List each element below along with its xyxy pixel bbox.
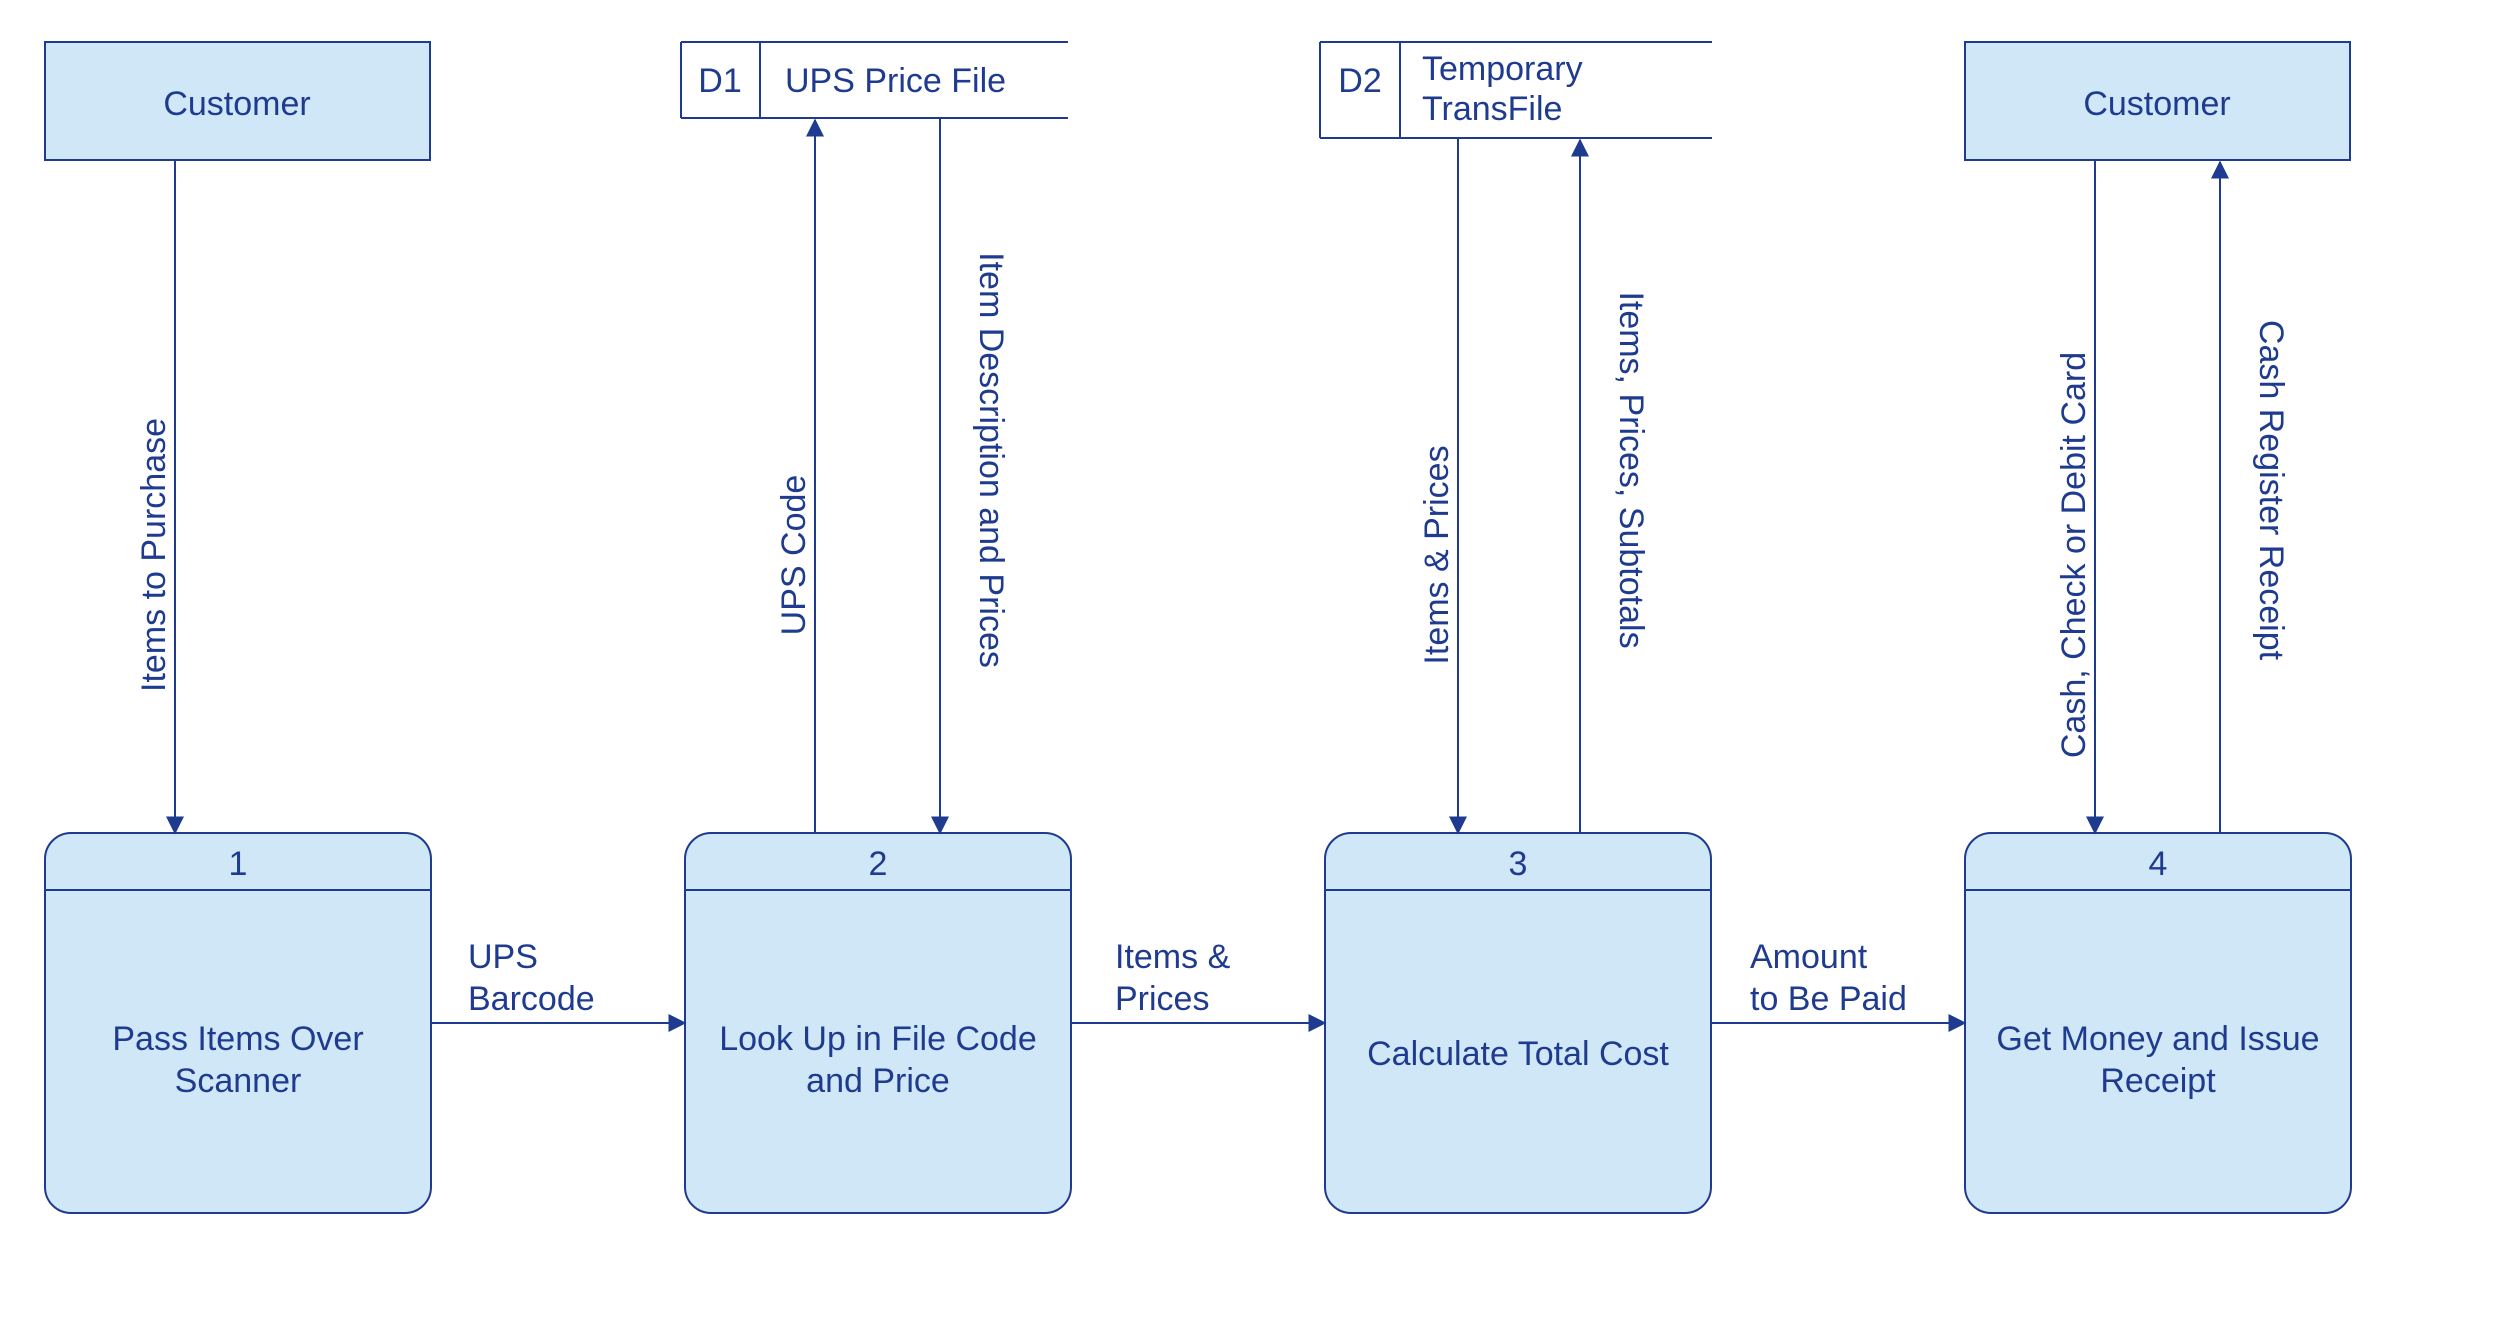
process-2-num: 2 — [869, 845, 888, 883]
flow-cash-register-receipt: Cash Register Receipt — [2220, 162, 2290, 833]
entity-customer-right: Customer — [1965, 42, 2350, 160]
flow-items-prices-subtotals-label: Items, Prices, Subtotals — [1612, 291, 1650, 648]
flow-items-prices-h-l1: Items & — [1115, 938, 1231, 976]
entity-customer-right-label: Customer — [2083, 85, 2230, 123]
process-3-line1: Calculate Total Cost — [1367, 1035, 1669, 1073]
flow-items-prices-v: Items & Prices — [1418, 138, 1458, 833]
datastore-d1: D1 UPS Price File — [681, 42, 1068, 118]
flow-ups-code-label: UPS Code — [775, 475, 813, 636]
datastore-d2-name1: Temporary — [1422, 50, 1583, 88]
flow-amount-to-be-paid: Amount to Be Paid — [1711, 938, 1965, 1023]
flow-items-to-purchase: Items to Purchase — [135, 160, 175, 833]
flow-amount-l2: to Be Paid — [1750, 980, 1907, 1018]
process-1-line1: Pass Items Over — [112, 1020, 363, 1058]
datastore-d2-name2: TransFile — [1422, 90, 1562, 128]
flow-ups-barcode: UPS Barcode — [431, 938, 685, 1023]
flow-cash-check-debit-label: Cash, Check or Debit Card — [2055, 352, 2093, 758]
flow-ups-barcode-l2: Barcode — [468, 980, 595, 1018]
process-2: 2 Look Up in File Code and Price — [685, 833, 1071, 1213]
entity-customer-left-label: Customer — [163, 85, 310, 123]
flow-item-desc-prices: Item Description and Prices — [940, 118, 1010, 833]
process-2-line2: and Price — [806, 1062, 950, 1100]
flow-ups-code: UPS Code — [775, 120, 815, 833]
process-4-num: 4 — [2149, 845, 2168, 883]
process-2-line1: Look Up in File Code — [719, 1020, 1037, 1058]
flow-items-prices-h-l2: Prices — [1115, 980, 1209, 1018]
flow-items-prices-v-label: Items & Prices — [1418, 445, 1456, 664]
process-4-line1: Get Money and Issue — [1996, 1020, 2319, 1058]
process-1-line2: Scanner — [175, 1062, 302, 1100]
flow-items-to-purchase-label: Items to Purchase — [135, 418, 173, 692]
datastore-d2-id: D2 — [1338, 62, 1381, 100]
process-1: 1 Pass Items Over Scanner — [45, 833, 431, 1213]
flow-cash-register-receipt-label: Cash Register Receipt — [2252, 320, 2290, 661]
flow-items-prices-h: Items & Prices — [1071, 938, 1325, 1023]
flow-amount-l1: Amount — [1750, 938, 1868, 976]
dfd-diagram: Customer Customer D1 UPS Price File D2 T… — [0, 0, 2502, 1322]
process-4: 4 Get Money and Issue Receipt — [1965, 833, 2351, 1213]
process-4-line2: Receipt — [2100, 1062, 2216, 1100]
process-3: 3 Calculate Total Cost — [1325, 833, 1711, 1213]
flow-cash-check-debit: Cash, Check or Debit Card — [2055, 160, 2095, 833]
process-1-num: 1 — [229, 845, 248, 883]
datastore-d2: D2 Temporary TransFile — [1320, 42, 1712, 138]
entity-customer-left: Customer — [45, 42, 430, 160]
datastore-d1-id: D1 — [698, 62, 741, 100]
flow-ups-barcode-l1: UPS — [468, 938, 538, 976]
datastore-d1-name: UPS Price File — [785, 62, 1006, 100]
flow-items-prices-subtotals: Items, Prices, Subtotals — [1580, 140, 1650, 833]
flow-item-desc-prices-label: Item Description and Prices — [972, 252, 1010, 668]
process-3-num: 3 — [1509, 845, 1528, 883]
